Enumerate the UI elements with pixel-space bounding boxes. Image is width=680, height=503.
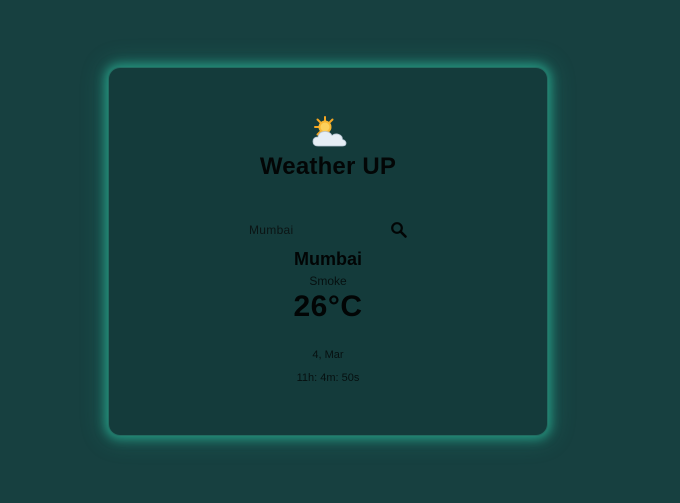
weather-condition: Smoke [309,274,347,288]
sun-behind-cloud-icon [310,116,348,150]
date-display: 4, Mar [312,349,344,361]
city-name: Mumbai [293,249,362,269]
search-bar [249,218,409,242]
app-title: Weather UP [259,153,397,180]
search-button[interactable] [390,221,408,239]
time-display: 11h: 4m: 50s [296,372,360,384]
search-icon [391,222,407,238]
city-search-input[interactable] [249,218,384,242]
weather-card: Weather UP Mumbai Smoke 26°C 4, Mar 11h:… [108,67,548,436]
temperature: 26°C [293,290,363,323]
